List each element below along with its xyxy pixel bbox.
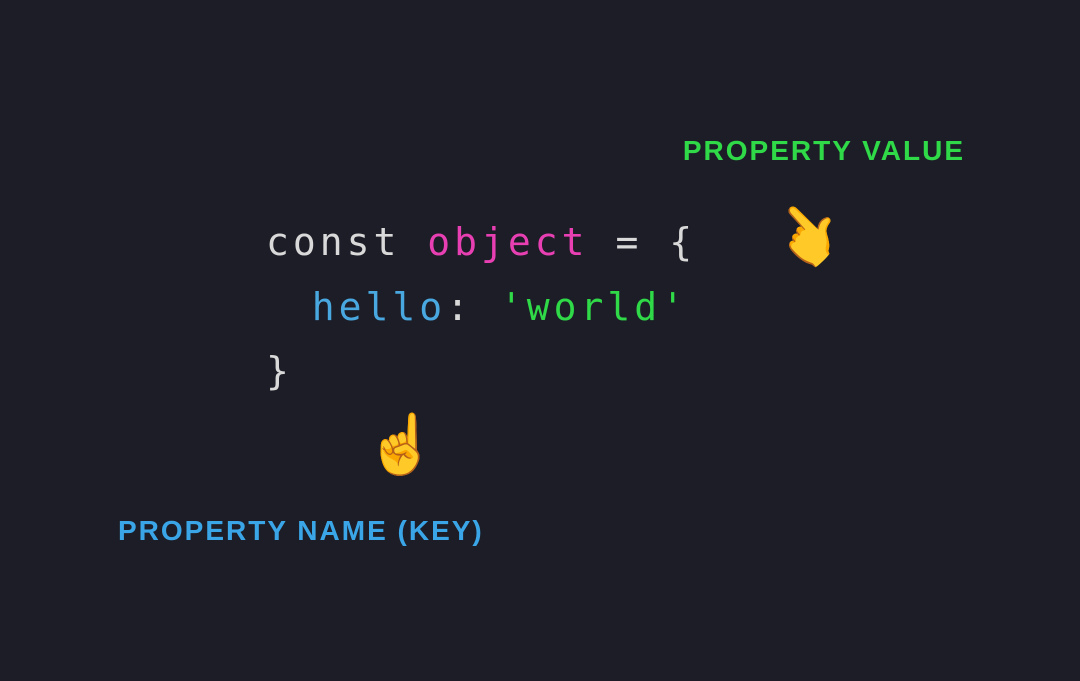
property-name: hello — [312, 285, 446, 329]
colon: : — [446, 285, 473, 329]
brace-open: { — [669, 220, 696, 264]
code-block: const object = { hello: 'world' } — [266, 210, 696, 404]
property-value-label: PROPERTY VALUE — [683, 135, 965, 167]
pointing-hand-value-icon: 👈 — [760, 188, 852, 280]
property-value-string: 'world' — [500, 285, 688, 329]
brace-close: } — [266, 349, 293, 393]
keyword-const: const — [266, 220, 400, 264]
pointing-hand-key-icon: ☝️ — [365, 415, 437, 473]
equals-sign: = — [615, 220, 642, 264]
property-key-label: PROPERTY NAME (KEY) — [118, 515, 484, 547]
identifier-object: object — [427, 220, 588, 264]
